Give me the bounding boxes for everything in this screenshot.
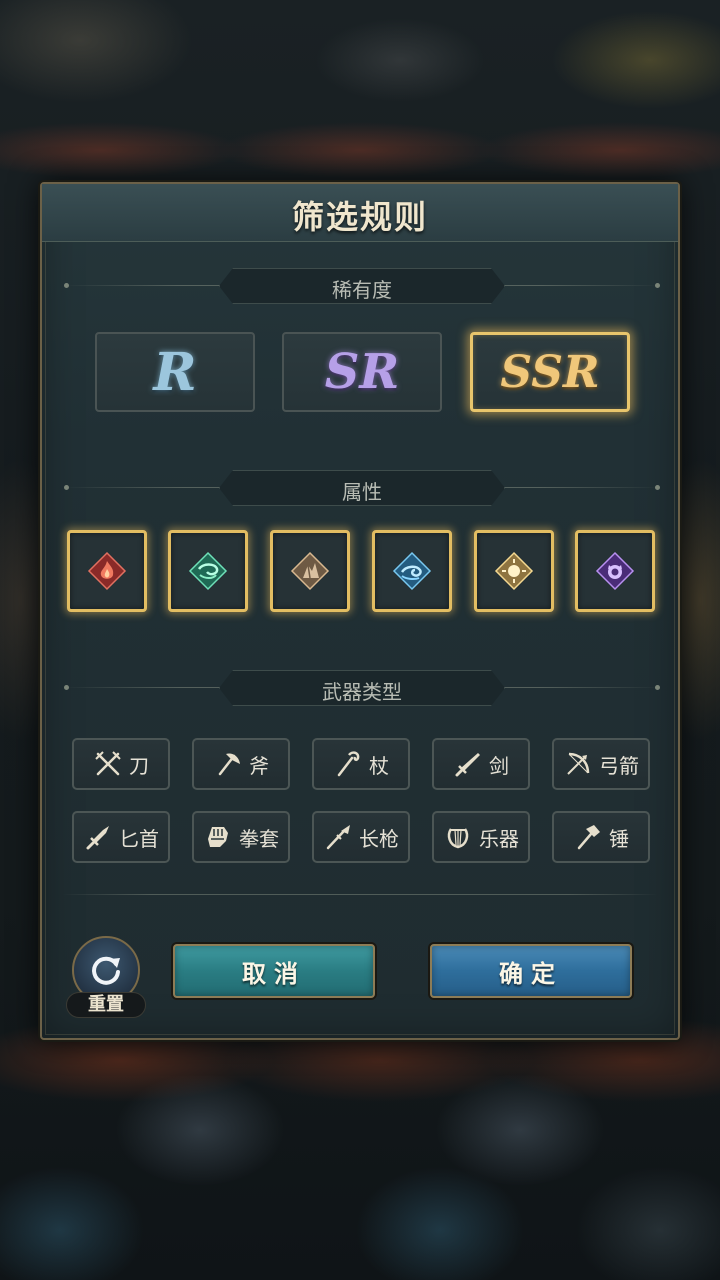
confirm-button[interactable]: 确定 — [430, 944, 632, 998]
rarity-r-label: R — [153, 341, 197, 403]
element-fire-option[interactable] — [67, 530, 147, 612]
rarity-ssr-option[interactable]: SSR — [470, 332, 630, 412]
weapon-dagger-label: 匕首 — [119, 826, 159, 851]
refresh-icon — [92, 956, 120, 985]
wind-element-icon — [188, 551, 228, 591]
weapon-hammer-option[interactable]: 锤 — [552, 811, 650, 863]
element-section-label: 属性 — [342, 480, 382, 504]
element-dark-option[interactable] — [575, 530, 655, 612]
weapon-section-header: 武器类型 — [64, 668, 660, 708]
lyre-icon — [443, 822, 473, 852]
crossed-blades-icon — [93, 749, 123, 779]
dialog-header: 筛选规则 — [42, 184, 678, 242]
element-wind-option[interactable] — [168, 530, 248, 612]
weapon-sword-option[interactable]: 剑 — [432, 738, 530, 790]
water-element-icon — [392, 551, 432, 591]
dialog-title: 筛选规则 — [291, 198, 428, 236]
filter-dialog: 筛选规则 稀有度 R SR SSR 属性 武器类型 刀 斧 杖 剑 弓箭 匕首 … — [40, 182, 680, 1040]
weapon-bow-option[interactable]: 弓箭 — [552, 738, 650, 790]
weapon-staff-label: 杖 — [369, 753, 389, 778]
hammer-icon — [573, 822, 603, 852]
dark-element-icon — [595, 551, 635, 591]
weapon-bow-label: 弓箭 — [599, 753, 639, 778]
element-section-header: 属性 — [64, 468, 660, 508]
rarity-sr-label: SR — [324, 344, 400, 400]
weapon-instrument-label: 乐器 — [479, 826, 519, 851]
weapon-dagger-option[interactable]: 匕首 — [72, 811, 170, 863]
weapon-axe-label: 斧 — [249, 753, 269, 778]
weapon-gauntlet-option[interactable]: 拳套 — [192, 811, 290, 863]
gauntlet-icon — [203, 822, 233, 852]
element-earth-option[interactable] — [270, 530, 350, 612]
rarity-ssr-label: SSR — [500, 346, 600, 398]
weapon-axe-option[interactable]: 斧 — [192, 738, 290, 790]
rarity-section-label: 稀有度 — [332, 278, 392, 302]
reset-label: 重置 — [66, 992, 146, 1018]
spear-icon — [323, 822, 353, 852]
rarity-r-option[interactable]: R — [95, 332, 255, 412]
weapon-sword-label: 剑 — [489, 753, 509, 778]
fire-element-icon — [87, 551, 127, 591]
sword-icon — [453, 749, 483, 779]
reset-button[interactable]: 重置 — [66, 936, 146, 1018]
weapon-spear-option[interactable]: 长枪 — [312, 811, 410, 863]
staff-icon — [333, 749, 363, 779]
dagger-icon — [83, 822, 113, 852]
light-element-icon — [494, 551, 534, 591]
weapon-section-label: 武器类型 — [322, 680, 402, 704]
weapon-hammer-label: 锤 — [609, 826, 629, 851]
rarity-section-header: 稀有度 — [64, 266, 660, 306]
footer-divider — [62, 894, 658, 895]
axe-icon — [213, 749, 243, 779]
weapon-instrument-option[interactable]: 乐器 — [432, 811, 530, 863]
element-water-option[interactable] — [372, 530, 452, 612]
weapon-gauntlet-label: 拳套 — [239, 826, 279, 851]
weapon-spear-label: 长枪 — [359, 826, 399, 851]
earth-element-icon — [290, 551, 330, 591]
weapon-blade-label: 刀 — [129, 753, 149, 778]
bow-icon — [563, 749, 593, 779]
element-light-option[interactable] — [474, 530, 554, 612]
cancel-button[interactable]: 取消 — [173, 944, 375, 998]
weapon-blade-option[interactable]: 刀 — [72, 738, 170, 790]
weapon-staff-option[interactable]: 杖 — [312, 738, 410, 790]
rarity-sr-option[interactable]: SR — [282, 332, 442, 412]
